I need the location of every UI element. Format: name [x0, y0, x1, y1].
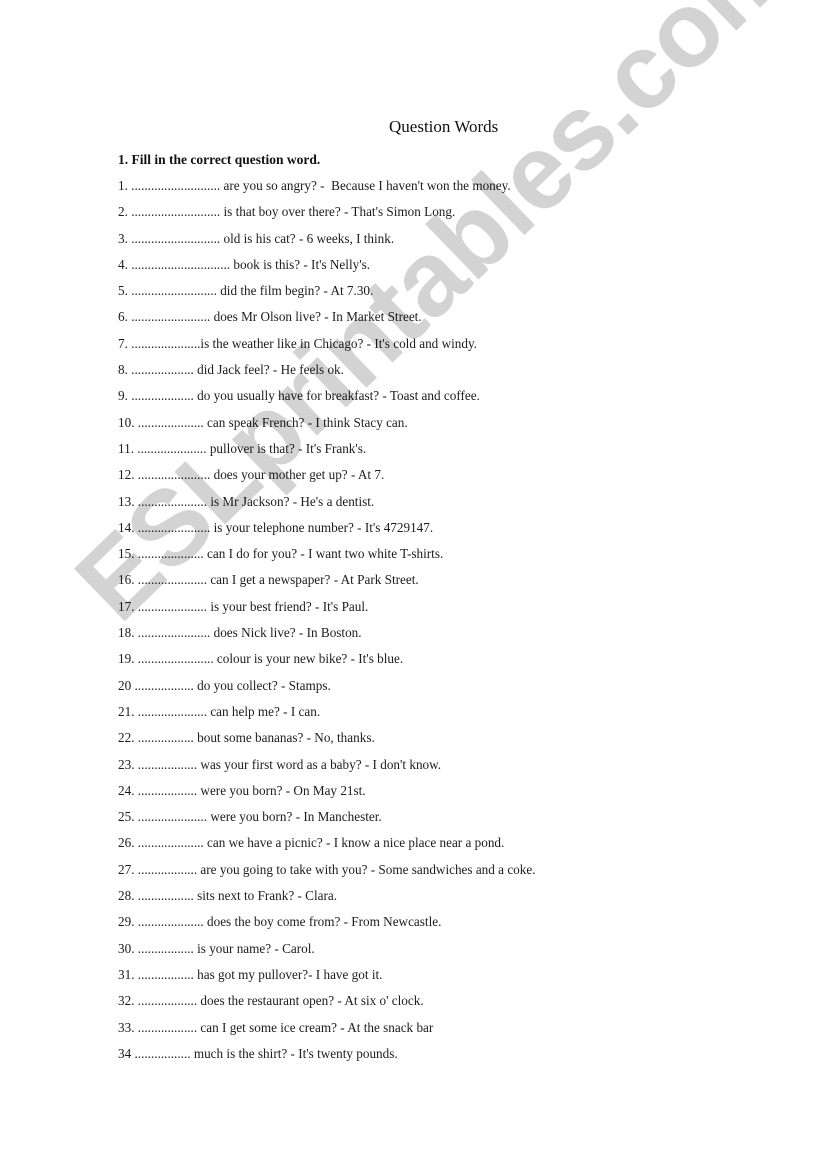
question-item: 25. ..................... were you born?… [118, 809, 382, 825]
question-item: 10. .................... can speak Frenc… [118, 414, 408, 430]
question-item: 22. ................. bout some bananas?… [118, 730, 375, 746]
worksheet-title: Question Words [389, 117, 499, 136]
question-item: 32. .................. does the restaura… [118, 993, 424, 1009]
question-item: 18. ...................... does Nick liv… [118, 625, 362, 641]
question-item: 31. ................. has got my pullove… [118, 966, 383, 982]
question-item: 6. ........................ does Mr Olso… [118, 309, 422, 325]
question-item: 24. .................. were you born? - … [118, 782, 366, 798]
question-item: 3. ........................... old is hi… [118, 230, 395, 246]
question-item: 28. ................. sits next to Frank… [118, 888, 338, 904]
question-item: 13. ..................... is Mr Jackson?… [118, 493, 375, 509]
question-item: 23. .................. was your first wo… [118, 756, 442, 772]
question-item: 30. ................. is your name? - Ca… [118, 940, 315, 956]
question-item: 26. .................... can we have a p… [118, 835, 505, 851]
question-item: 19. ....................... colour is yo… [118, 651, 404, 667]
question-item: 20 .................. do you collect? - … [118, 677, 331, 693]
question-list: 1. ........................... are you s… [118, 177, 536, 1071]
question-item: 11. ..................... pullover is th… [118, 440, 367, 456]
question-item: 1. ........................... are you s… [118, 178, 511, 193]
question-item: 7. .....................is the weather l… [118, 335, 477, 351]
question-item: 12. ...................... does your mot… [118, 467, 385, 483]
question-item: 15. .................... can I do for yo… [118, 546, 444, 562]
worksheet-page: Question Words 1. Fill in the correct qu… [0, 0, 821, 1169]
question-item: 17. ..................... is your best f… [118, 598, 369, 614]
question-item: 16. ..................... can I get a ne… [118, 572, 419, 588]
exercise-instruction: 1. Fill in the correct question word. [118, 152, 321, 167]
question-item: 33. .................. can I get some ic… [118, 1019, 434, 1035]
question-item: 8. ................... did Jack feel? - … [118, 362, 344, 378]
question-item: 14. ...................... is your telep… [118, 519, 434, 535]
question-item: 5. .......................... did the fi… [118, 283, 374, 299]
question-item: 21. ..................... can help me? -… [118, 703, 321, 719]
question-item: 9. ................... do you usually ha… [118, 388, 480, 404]
question-item: 4. .............................. book i… [118, 256, 371, 272]
question-item: 29. .................... does the boy co… [118, 914, 442, 930]
question-item: 34 ................. much is the shirt? … [118, 1045, 398, 1061]
question-item: 27. .................. are you going to … [118, 861, 536, 877]
question-item: 2. ........................... is that b… [118, 204, 456, 220]
